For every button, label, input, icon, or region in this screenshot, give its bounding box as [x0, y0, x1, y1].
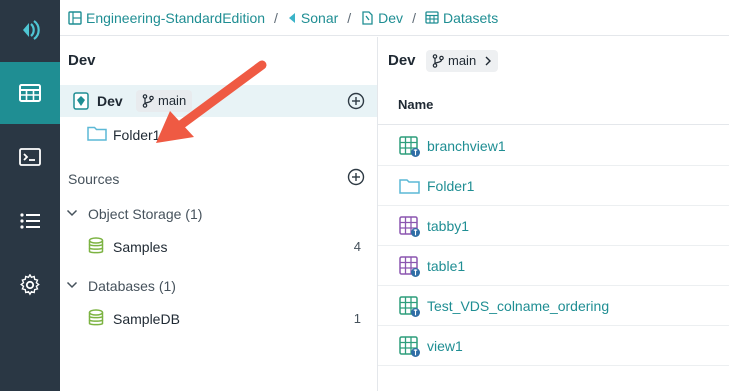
project-source-icon — [73, 92, 89, 110]
rail-jobs-button[interactable] — [0, 190, 60, 252]
dataset-name: table1 — [427, 258, 466, 274]
list-icon — [20, 213, 40, 229]
group-label: Databases (1) — [88, 278, 176, 294]
source-label: SampleDB — [113, 311, 180, 327]
group-object-storage[interactable]: Object Storage (1) — [60, 201, 377, 227]
breadcrumb-separator: / — [347, 9, 352, 26]
dataset-name: branchview1 — [427, 138, 506, 154]
datasets-panel: Dev main Name branchview1 Folder1 tabby1… — [378, 37, 729, 391]
git-branch-icon — [432, 54, 444, 68]
breadcrumb-sonar-label: Sonar — [300, 9, 339, 26]
dataset-name: view1 — [427, 338, 463, 354]
panel-title: Dev — [68, 52, 96, 69]
app: Engineering-StandardEdition / Sonar / De… — [0, 0, 729, 391]
group-label: Object Storage (1) — [88, 206, 203, 222]
chevron-down-icon — [66, 209, 78, 217]
source-count: 4 — [353, 239, 361, 254]
table-icon — [399, 216, 420, 237]
breadcrumb-sonar[interactable]: Sonar — [287, 10, 338, 26]
view-icon — [399, 136, 420, 157]
dataset-row[interactable]: Folder1 — [378, 166, 729, 206]
sources-heading: Sources — [68, 171, 120, 187]
breadcrumb-separator: / — [412, 9, 416, 26]
annotation-arrow — [156, 60, 267, 143]
database-icon — [88, 237, 104, 254]
datasets-title: Dev — [388, 52, 416, 69]
breadcrumb: Engineering-StandardEdition / Sonar / De… — [60, 0, 729, 36]
view-icon — [399, 336, 420, 357]
source-icon — [362, 10, 373, 25]
rail-settings-button[interactable] — [0, 254, 60, 316]
view-icon — [399, 296, 420, 317]
dataset-row[interactable]: tabby1 — [378, 206, 729, 246]
database-icon — [88, 309, 104, 326]
breadcrumb-datasets-label: Datasets — [442, 9, 499, 26]
breadcrumb-separator: / — [274, 9, 278, 26]
folder-icon — [87, 126, 107, 141]
breadcrumb-dev[interactable]: Dev — [360, 10, 403, 26]
breadcrumb-project[interactable]: Engineering-StandardEdition — [68, 10, 265, 26]
grid-icon — [19, 84, 41, 102]
add-source-icon[interactable] — [347, 168, 365, 186]
breadcrumb-dev-label: Dev — [378, 9, 404, 26]
source-label: Samples — [113, 239, 168, 255]
sonar-icon — [288, 12, 295, 23]
source-item-sampledb[interactable]: SampleDB 1 — [60, 304, 377, 332]
branch-name: main — [448, 53, 477, 68]
chevron-right-icon — [485, 56, 492, 66]
terminal-icon — [19, 148, 41, 166]
dremio-logo[interactable] — [0, 0, 60, 60]
gear-icon — [20, 274, 40, 296]
dataset-name: Folder1 — [427, 178, 475, 194]
breadcrumb-project-label: Engineering-StandardEdition — [86, 9, 266, 26]
source-count: 1 — [353, 311, 361, 326]
group-databases[interactable]: Databases (1) — [60, 273, 377, 299]
branch-selector[interactable]: main — [426, 50, 499, 72]
dataset-name: tabby1 — [427, 218, 470, 234]
tree-item-dev-label: Dev — [97, 93, 123, 109]
dataset-row[interactable]: view1 — [378, 326, 729, 366]
source-item-samples[interactable]: Samples 4 — [60, 232, 377, 260]
column-header-label: Name — [398, 97, 434, 112]
nav-rail — [0, 0, 60, 391]
table-icon — [399, 256, 420, 277]
folder-icon — [399, 179, 420, 194]
column-header-name[interactable]: Name — [378, 85, 729, 125]
dataset-row[interactable]: Test_VDS_colname_ordering — [378, 286, 729, 326]
grid-icon — [425, 11, 439, 24]
breadcrumb-datasets[interactable]: Datasets — [425, 10, 498, 26]
rail-datasets-button[interactable] — [0, 62, 60, 124]
add-icon[interactable] — [347, 92, 365, 110]
dataset-row[interactable]: branchview1 — [378, 126, 729, 166]
dataset-row[interactable]: table1 — [378, 246, 729, 286]
rail-sql-button[interactable] — [0, 126, 60, 188]
project-icon — [68, 10, 82, 25]
dataset-name: Test_VDS_colname_ordering — [427, 298, 610, 314]
chevron-down-icon — [66, 281, 78, 289]
